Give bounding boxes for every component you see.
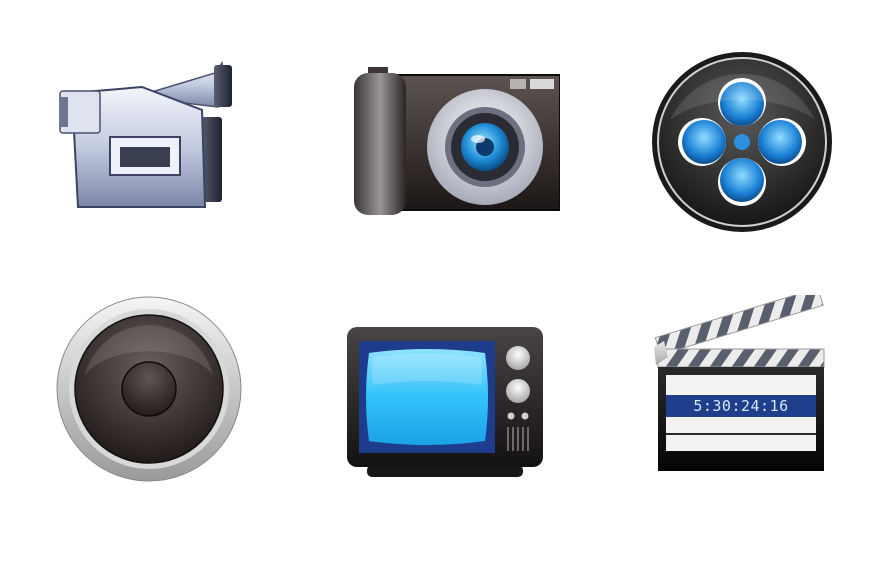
clapperboard-timecode: 5:30:24:16	[693, 397, 789, 415]
film-reel-icon	[650, 50, 835, 235]
television-icon	[345, 325, 545, 480]
photo-camera-icon	[350, 65, 560, 215]
speaker-icon	[55, 295, 243, 483]
clapperboard-icon: 5:30:24:16	[650, 295, 830, 475]
camcorder-icon	[50, 55, 240, 215]
